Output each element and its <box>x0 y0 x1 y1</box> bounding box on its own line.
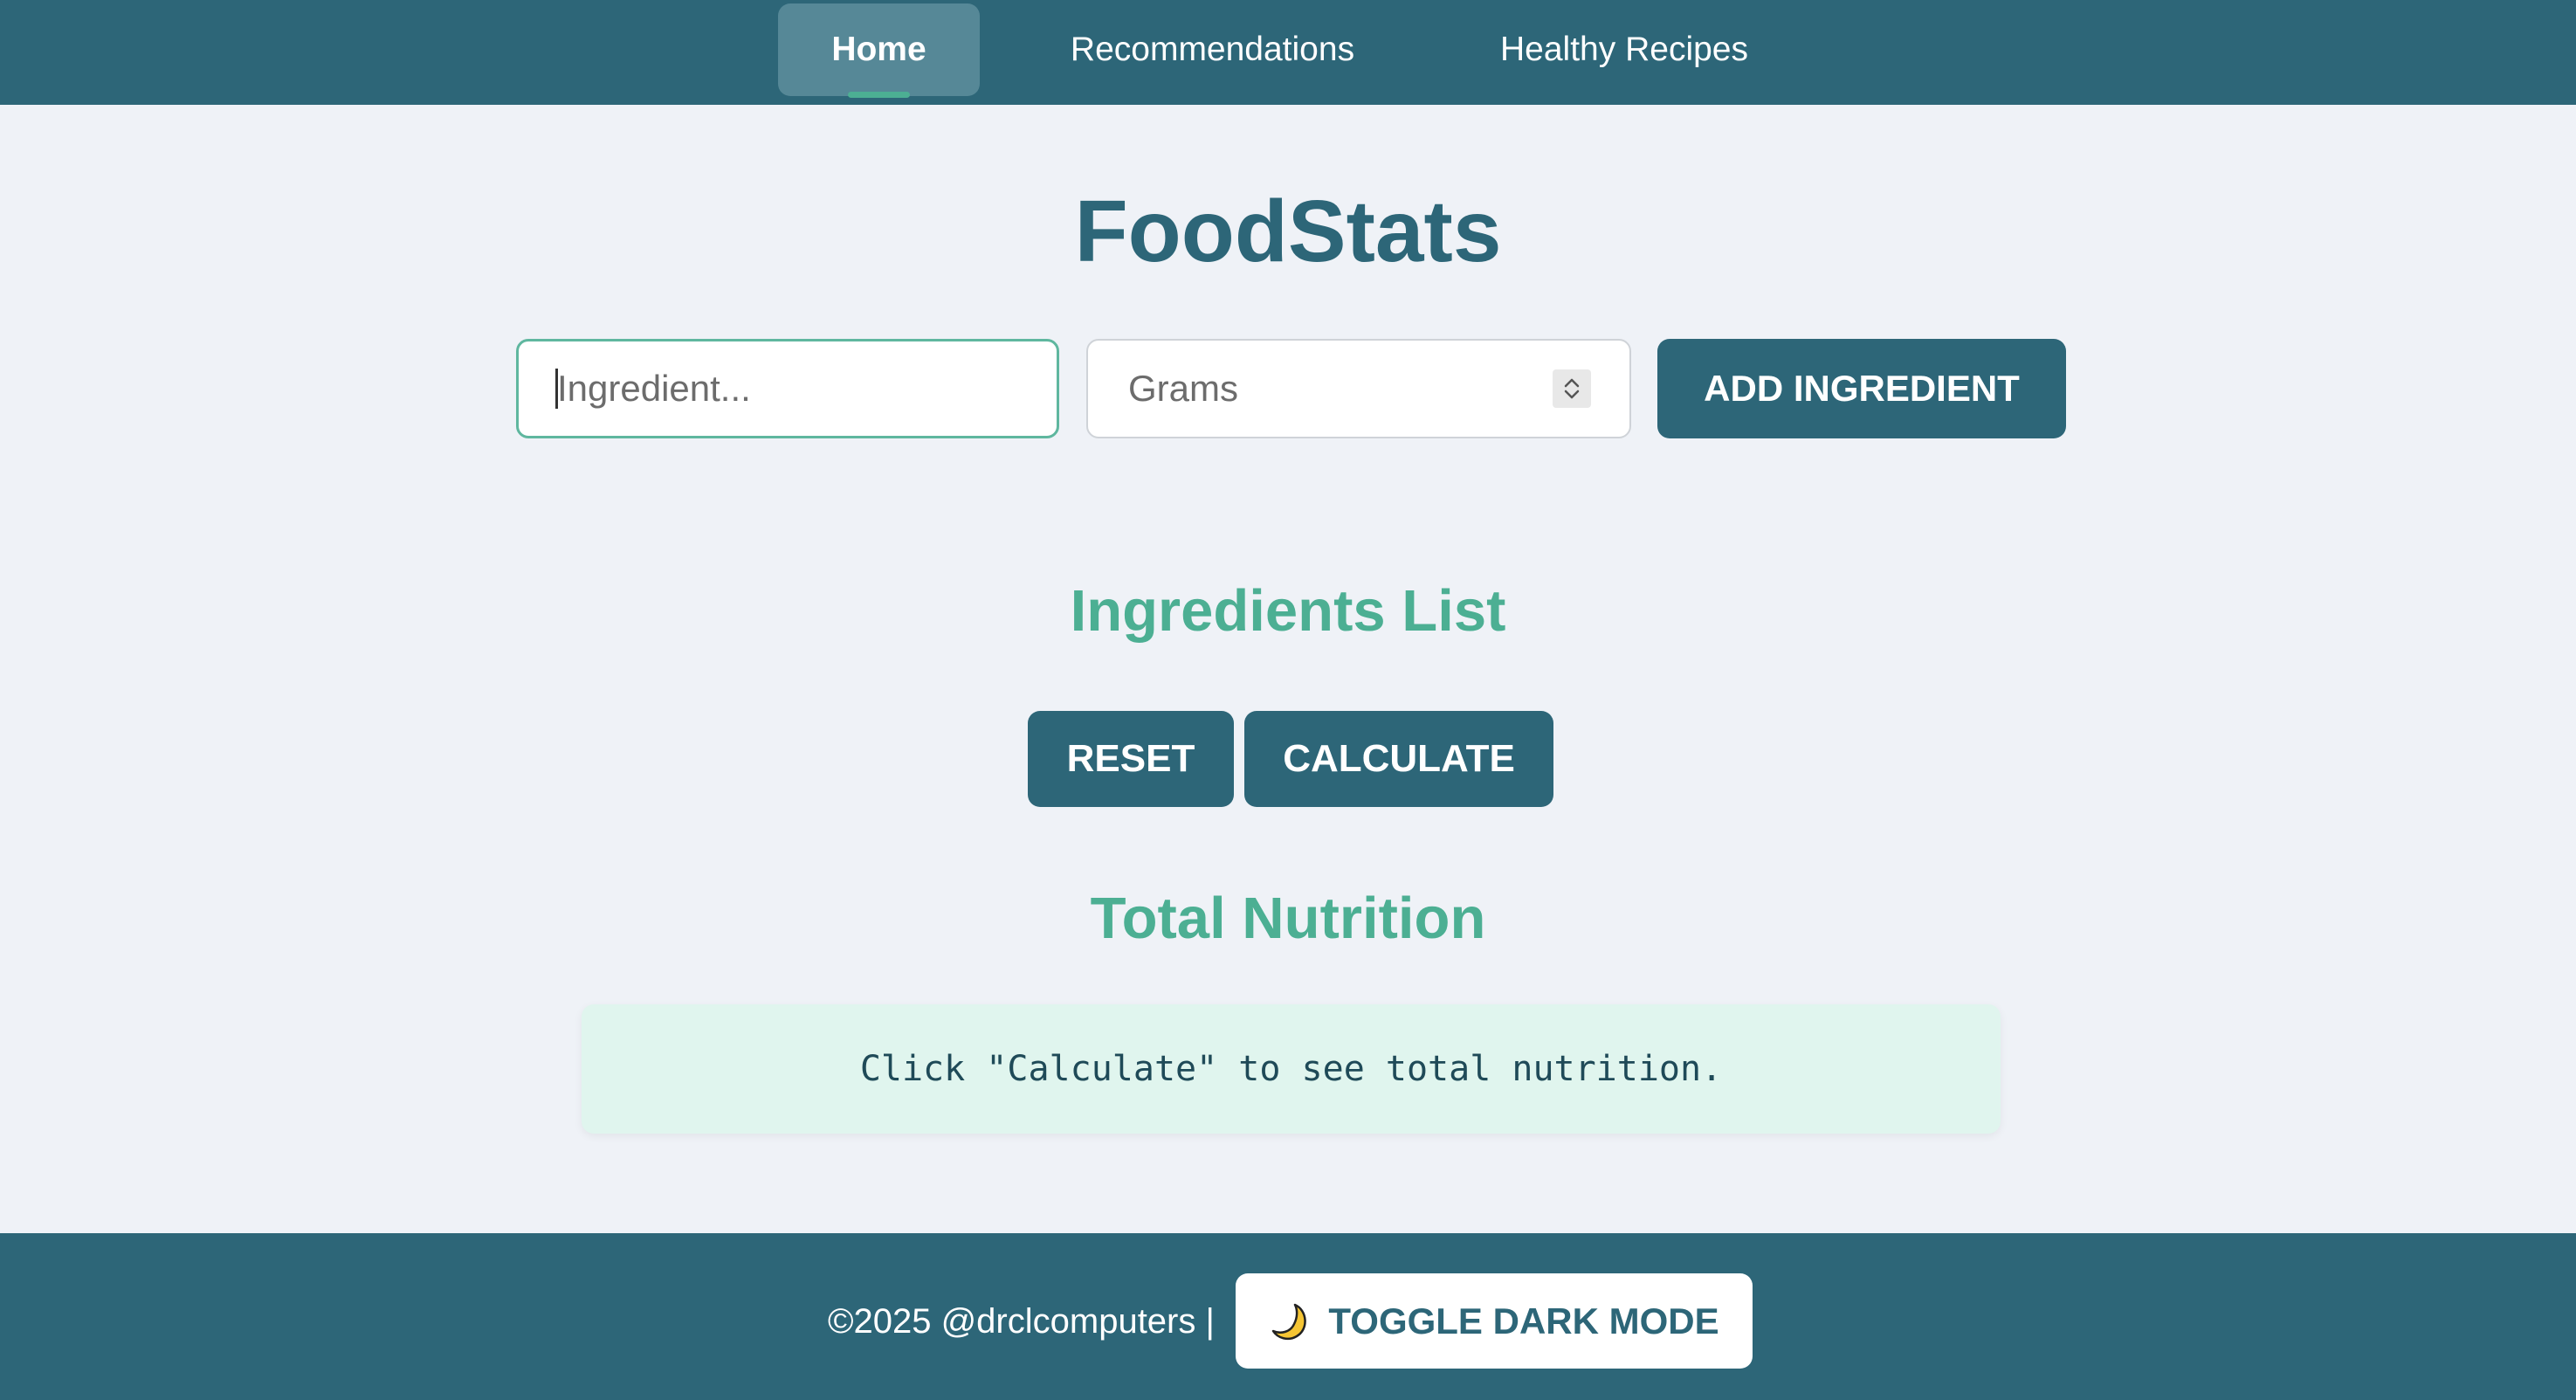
spinner-arrows-icon <box>1564 378 1580 399</box>
nav-item-label: Recommendations <box>1070 31 1355 68</box>
nav-item-home[interactable]: Home <box>778 3 980 98</box>
add-ingredient-button[interactable]: ADD INGREDIENT <box>1657 339 2066 438</box>
total-nutrition-heading: Total Nutrition <box>1090 886 1486 951</box>
nav-item-healthy-recipes[interactable]: Healthy Recipes <box>1450 3 1799 96</box>
grams-placeholder: Grams <box>1128 368 1238 409</box>
result-text: Click "Calculate" to see total nutrition… <box>859 1049 1723 1089</box>
nav-item-label: Healthy Recipes <box>1500 31 1748 68</box>
top-navbar: Home Recommendations Healthy Recipes <box>0 0 2576 105</box>
calculate-button[interactable]: CALCULATE <box>1244 711 1553 807</box>
grams-input[interactable]: Grams <box>1086 339 1631 438</box>
number-spinner[interactable] <box>1553 369 1591 408</box>
nav-item-recommendations[interactable]: Recommendations <box>1013 3 1412 96</box>
moon-icon <box>1272 1303 1307 1340</box>
ingredients-list-heading: Ingredients List <box>1070 578 1506 644</box>
text-cursor <box>555 369 558 409</box>
reset-button[interactable]: RESET <box>1028 711 1234 807</box>
active-indicator <box>848 92 910 98</box>
page-title: FoodStats <box>1074 183 1502 280</box>
toggle-dark-mode-label: TOGGLE DARK MODE <box>1328 1300 1719 1341</box>
ingredient-input[interactable] <box>516 339 1059 438</box>
nutrition-result-box: Click "Calculate" to see total nutrition… <box>582 1004 2001 1134</box>
nav-item-label: Home <box>831 31 926 68</box>
toggle-dark-mode-button[interactable]: TOGGLE DARK MODE <box>1236 1273 1753 1369</box>
copyright-text: ©2025 @drclcomputers | <box>828 1302 1215 1341</box>
